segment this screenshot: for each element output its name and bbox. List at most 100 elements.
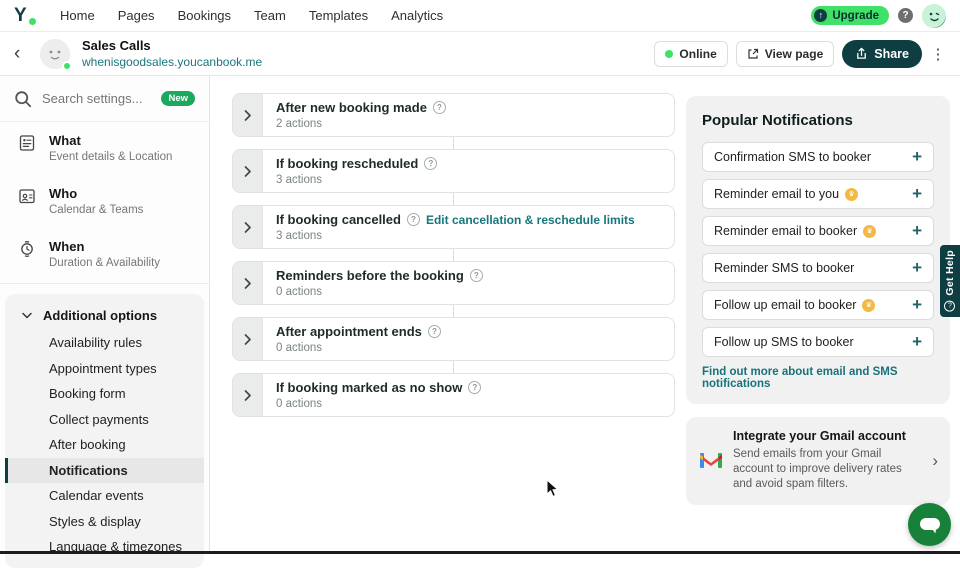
actions-count: 3 actions [276, 174, 323, 186]
expand-chevron[interactable] [233, 94, 263, 136]
nav-item-pages[interactable]: Pages [118, 8, 155, 23]
popular-row-followup-sms-booker[interactable]: Follow up SMS to booker + [702, 327, 934, 357]
info-tooltip-icon[interactable]: ? [468, 381, 482, 394]
nav-item-home[interactable]: Home [60, 8, 95, 23]
sidebar-item-collect-payments[interactable]: Collect payments [5, 407, 204, 433]
page-title: Sales Calls [82, 38, 151, 53]
sidebar-item-availability-rules[interactable]: Availability rules [5, 330, 204, 356]
add-notification-icon[interactable]: + [912, 259, 922, 276]
sidebar-item-what[interactable]: What Event details & Location [0, 122, 209, 175]
share-label: Share [874, 46, 909, 61]
popular-row-reminder-sms-booker[interactable]: Reminder SMS to booker + [702, 253, 934, 283]
sidebar-what-label: What [49, 133, 81, 148]
add-notification-icon[interactable]: + [912, 296, 922, 313]
page-header: ‹ Sales Calls whenisgoodsales.youcanbook… [0, 32, 960, 76]
sidebar-what-sub: Event details & Location [49, 151, 173, 163]
sidebar-item-booking-form[interactable]: Booking form [5, 381, 204, 407]
premium-crown-icon: ♛ [862, 298, 876, 312]
online-indicator-dot [62, 60, 72, 71]
accordion-after-new-booking[interactable]: After new booking made ? 2 actions [232, 93, 675, 137]
get-help-label: Get Help [944, 250, 956, 296]
additional-options-header[interactable]: Additional options [5, 300, 204, 330]
add-notification-icon[interactable]: + [912, 148, 922, 165]
info-tooltip-icon[interactable]: ? [469, 269, 483, 282]
info-tooltip-icon[interactable]: ? [406, 213, 420, 226]
flow-connector [453, 193, 454, 205]
accordion-no-show[interactable]: If booking marked as no show ? 0 actions [232, 373, 675, 417]
user-avatar[interactable] [922, 3, 946, 28]
expand-chevron[interactable] [233, 262, 263, 304]
add-notification-icon[interactable]: + [912, 222, 922, 239]
accordion-reminders-before[interactable]: Reminders before the booking ? 0 actions [232, 261, 675, 305]
back-button[interactable]: ‹ [14, 43, 36, 64]
actions-count: 0 actions [276, 398, 323, 410]
calendar-teams-icon [19, 189, 35, 204]
accordion-after-appointment[interactable]: After appointment ends ? 0 actions [232, 317, 675, 361]
sidebar-item-styles-display[interactable]: Styles & display [5, 509, 204, 535]
sidebar-item-who[interactable]: Who Calendar & Teams [0, 175, 209, 228]
settings-sidebar: New What Event details & Location Who Ca… [0, 76, 210, 568]
actions-count: 0 actions [276, 286, 323, 298]
sidebar-item-calendar-events[interactable]: Calendar events [5, 483, 204, 509]
sidebar-item-after-booking[interactable]: After booking [5, 432, 204, 458]
view-page-button[interactable]: View page [735, 40, 835, 67]
premium-crown-icon: ♛ [863, 224, 877, 238]
online-status-toggle[interactable]: Online [654, 40, 728, 67]
expand-chevron[interactable] [233, 318, 263, 360]
actions-count: 3 actions [276, 230, 323, 242]
edit-cancellation-limits-link[interactable]: Edit cancellation & reschedule limits [426, 213, 635, 227]
more-options-icon[interactable]: ⋮ [930, 45, 946, 63]
gmail-integration-card[interactable]: Integrate your Gmail account Send emails… [686, 417, 950, 505]
get-help-tab[interactable]: ? Get Help [940, 245, 960, 317]
avatar-face-icon [922, 3, 946, 28]
accordion-title: If booking rescheduled [276, 156, 419, 171]
accordion-if-cancelled[interactable]: If booking cancelled ? Edit cancellation… [232, 205, 675, 249]
nav-item-team[interactable]: Team [254, 8, 286, 23]
accordion-if-rescheduled[interactable]: If booking rescheduled ? 3 actions [232, 149, 675, 193]
popular-row-reminder-email-booker[interactable]: Reminder email to booker ♛ + [702, 216, 934, 246]
expand-chevron[interactable] [233, 374, 263, 416]
additional-options-label: Additional options [43, 308, 158, 323]
booking-page-avatar [40, 38, 72, 71]
booking-page-url[interactable]: whenisgoodsales.youcanbook.me [82, 55, 262, 69]
sidebar-item-language-timezones[interactable]: Language & timezones [5, 534, 204, 560]
sidebar-item-notifications[interactable]: Notifications [5, 457, 204, 483]
popular-row-followup-email-booker[interactable]: Follow up email to booker ♛ + [702, 290, 934, 320]
chevron-right-icon [244, 165, 251, 177]
popular-row-reminder-email-you[interactable]: Reminder email to you ♛ + [702, 179, 934, 209]
chat-widget-button[interactable] [908, 503, 951, 546]
search-input[interactable] [42, 91, 162, 106]
premium-crown-icon: ♛ [845, 187, 859, 201]
popular-row-confirmation-sms[interactable]: Confirmation SMS to booker + [702, 142, 934, 172]
flow-connector [453, 305, 454, 317]
popular-row-label: Reminder SMS to booker [714, 261, 855, 275]
expand-chevron[interactable] [233, 206, 263, 248]
nav-item-analytics[interactable]: Analytics [391, 8, 443, 23]
add-notification-icon[interactable]: + [912, 333, 922, 350]
nav-item-templates[interactable]: Templates [309, 8, 368, 23]
info-tooltip-icon[interactable]: ? [424, 157, 438, 170]
chevron-right-icon [244, 277, 251, 289]
add-notification-icon[interactable]: + [912, 185, 922, 202]
popular-row-label: Reminder email to you [714, 187, 840, 201]
gmail-icon [700, 453, 722, 469]
share-button[interactable]: Share [842, 39, 922, 68]
expand-chevron[interactable] [233, 150, 263, 192]
upgrade-button[interactable]: ↑ Upgrade [811, 6, 889, 25]
info-tooltip-icon[interactable]: ? [427, 325, 441, 338]
flow-connector [453, 137, 454, 149]
find-out-more-link[interactable]: Find out more about email and SMS notifi… [702, 366, 934, 390]
new-badge: New [161, 91, 195, 106]
chevron-right-icon[interactable]: › [932, 451, 938, 471]
search-icon [15, 91, 32, 108]
help-icon[interactable]: ? [898, 8, 913, 23]
online-dot-icon [665, 49, 674, 58]
flow-connector [453, 361, 454, 373]
nav-item-bookings[interactable]: Bookings [178, 8, 231, 23]
sidebar-who-sub: Calendar & Teams [49, 204, 144, 216]
sidebar-item-appointment-types[interactable]: Appointment types [5, 356, 204, 382]
ycbm-logo[interactable]: Y [14, 5, 38, 27]
info-tooltip-icon[interactable]: ? [432, 101, 446, 114]
sidebar-item-when[interactable]: When Duration & Availability [0, 228, 209, 281]
sidebar-when-label: When [49, 239, 85, 254]
